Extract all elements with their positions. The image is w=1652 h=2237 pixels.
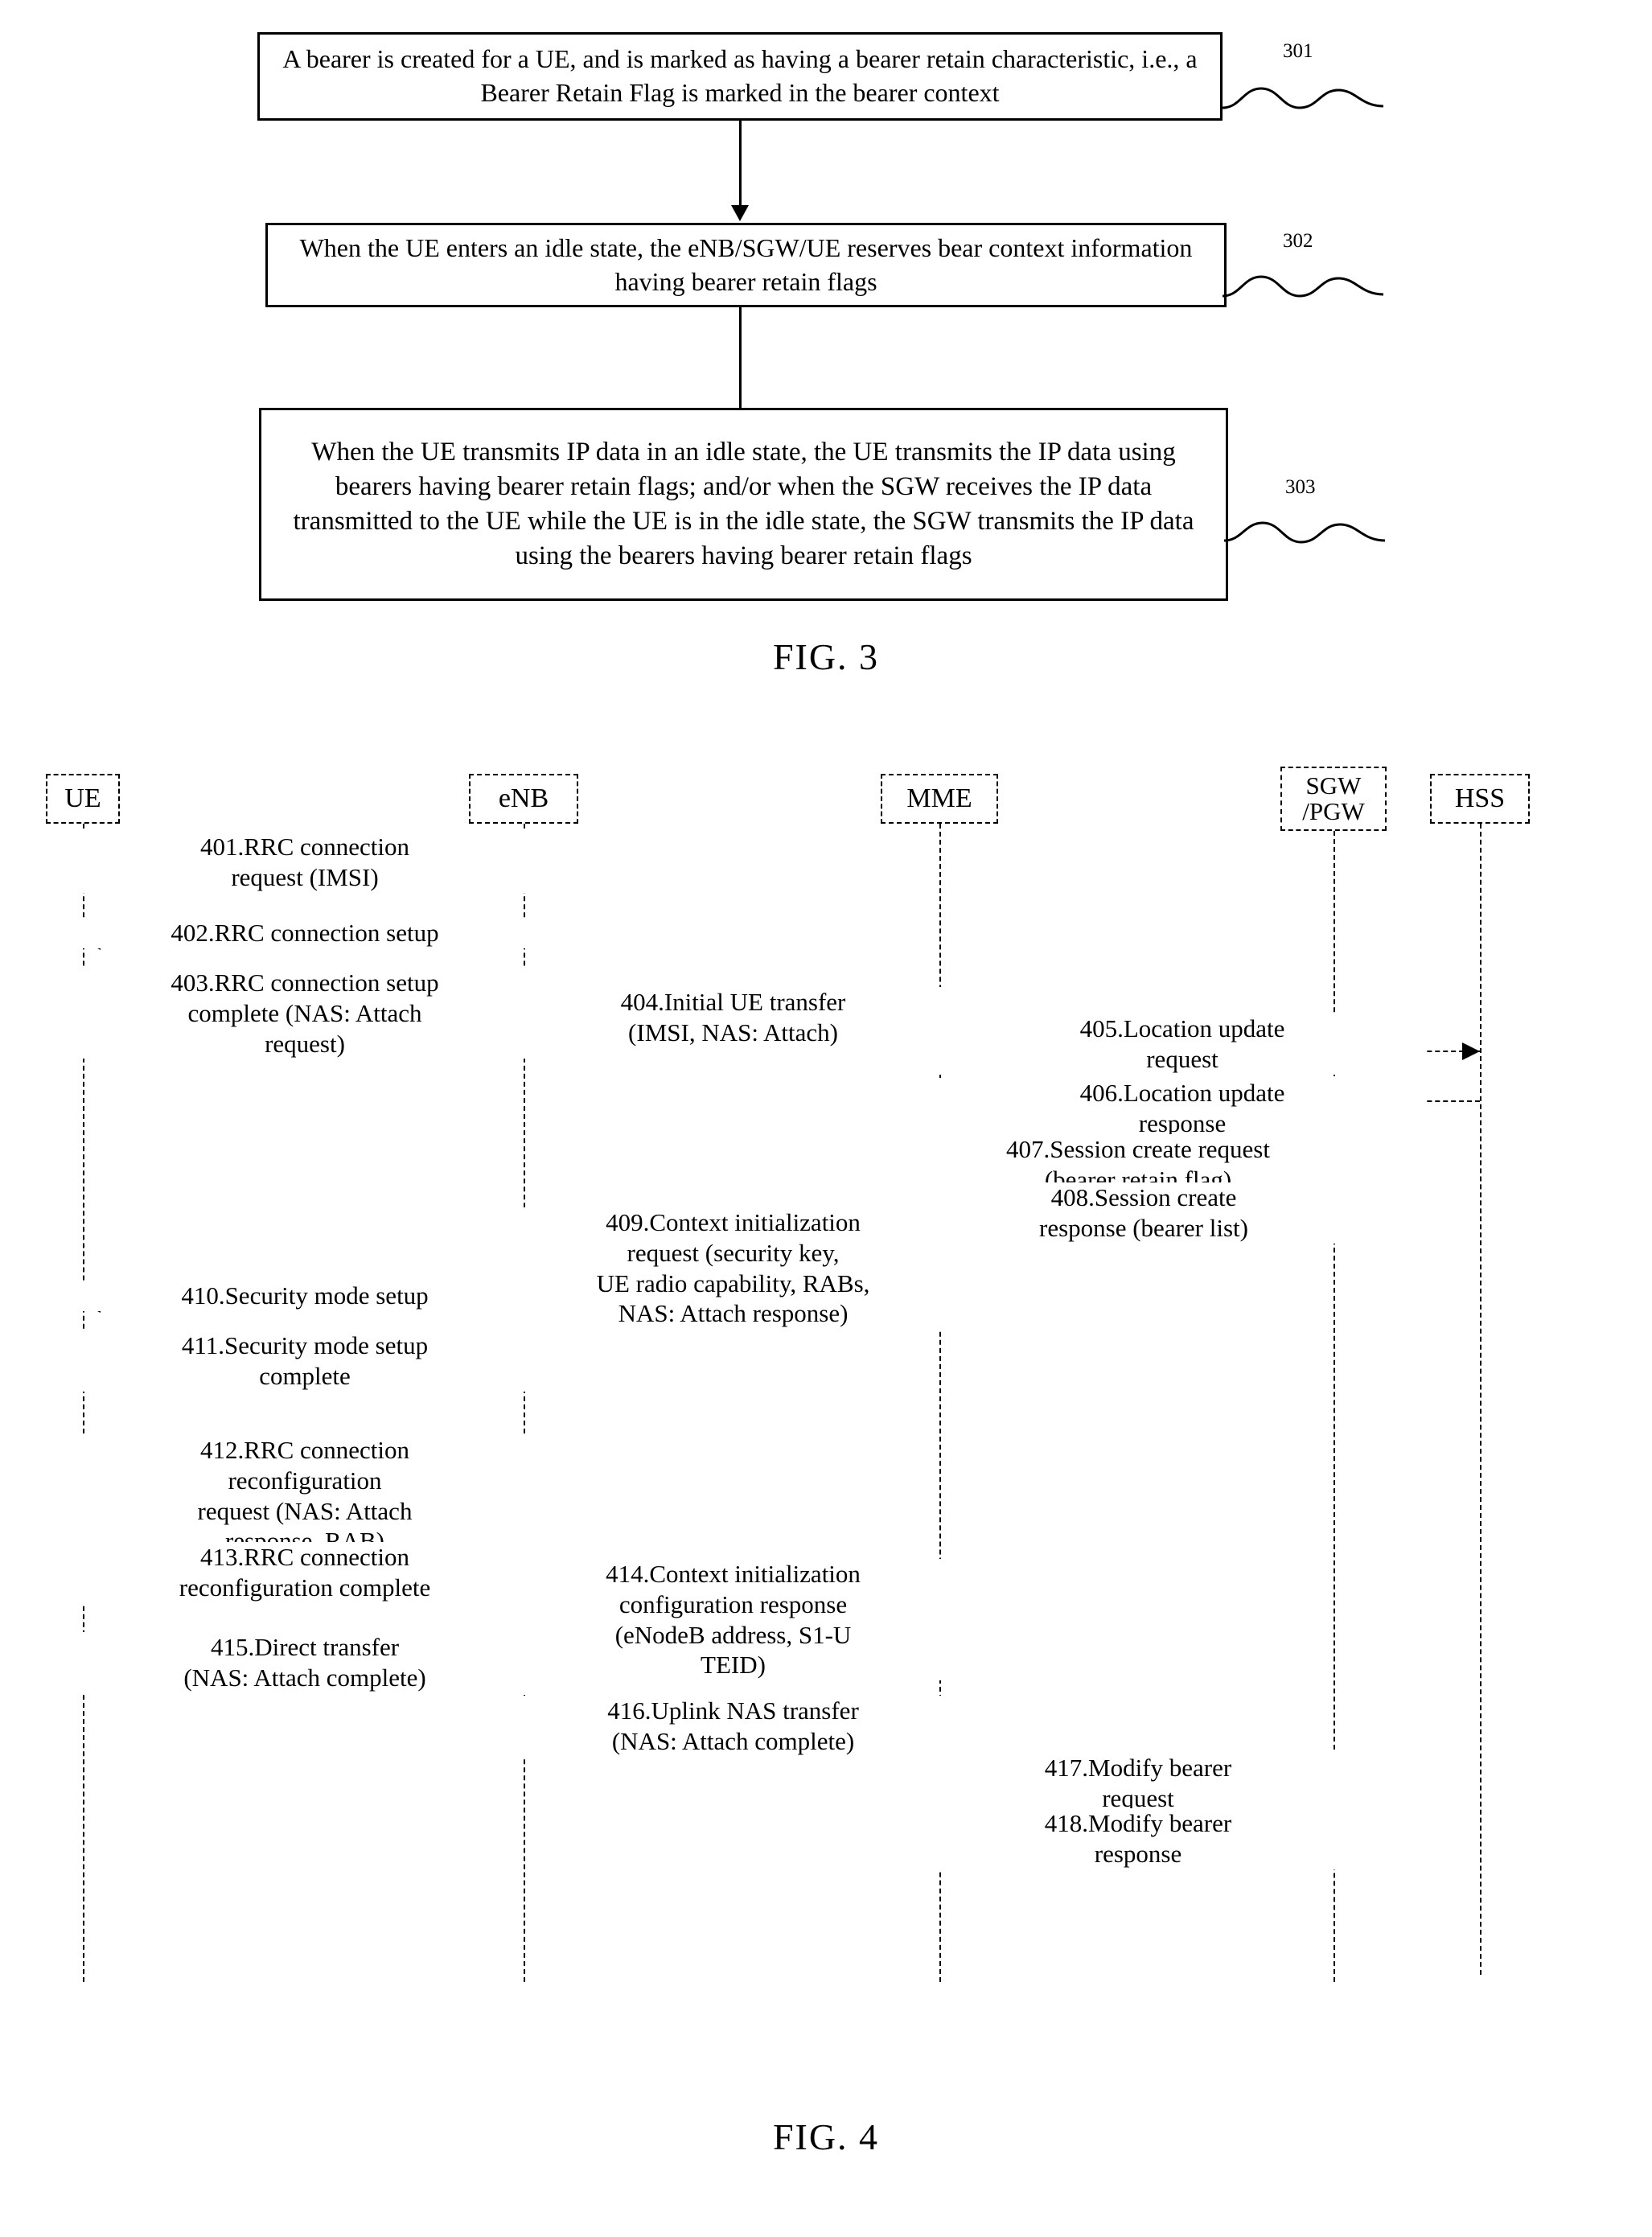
message-415-text: 415.Direct transfer (NAS: Attach complet… [83,1632,527,1693]
ref-number-301: 301 [1283,40,1313,62]
lead-line-301 [1223,87,1383,109]
flow-step-302-text: When the UE enters an idle state, the eN… [299,232,1193,296]
message-418-text: 418.Modify bearer response [939,1808,1337,1869]
actor-ue-label: UE [64,783,101,813]
message-410-text: 410.Security mode setup [83,1281,527,1311]
message-405-arrowhead [1462,1042,1480,1060]
lead-line-302 [1223,275,1383,298]
message-401-text: 401.RRC connection request (IMSI) [83,832,527,893]
flow-step-303-text: When the UE transmits IP data in an idle… [293,438,1194,570]
actor-hss: HSS [1430,774,1530,824]
message-402-text: 402.RRC connection setup [83,918,527,948]
message-406-text: 406.Location update response [939,1078,1425,1139]
message-412-text: 412.RRC connection reconfiguration reque… [83,1435,527,1557]
flow-arrow-2 [739,307,742,412]
flow-step-302: When the UE enters an idle state, the eN… [265,223,1227,307]
message-404-text: 404.Initial UE transfer (IMSI, NAS: Atta… [524,987,943,1048]
actor-enb-label: eNB [498,783,549,813]
actor-hss-label: HSS [1454,783,1506,813]
figure-4: UE eNB MME SGW /PGW HSS 401.RRC connecti… [0,756,1652,2237]
figure-3-label: FIG. 3 [772,636,880,677]
message-417-text: 417.Modify bearer request [939,1753,1337,1814]
actor-mme-label: MME [906,783,972,813]
figure-4-label: FIG. 4 [772,2116,880,2157]
actor-enb: eNB [469,774,578,824]
actor-mme: MME [881,774,998,824]
flow-arrow-1 [739,121,742,208]
actor-ue: UE [46,774,120,824]
ref-number-302: 302 [1283,230,1313,252]
message-409-text: 409.Context initialization request (secu… [517,1207,949,1330]
flow-step-301-text: A bearer is created for a UE, and is mar… [282,44,1198,107]
actor-sgw-pgw: SGW /PGW [1280,767,1387,831]
lifeline-hss [1480,824,1481,1975]
ref-number-303: 303 [1285,476,1316,498]
figure-3: A bearer is created for a UE, and is mar… [0,0,1652,708]
message-405-text: 405.Location update request [939,1014,1425,1075]
lead-line-303 [1224,521,1385,544]
actor-sgw-pgw-label: SGW /PGW [1302,771,1365,825]
flow-arrow-1-head [731,205,749,221]
message-414-text: 414.Context initialization configuration… [524,1559,943,1681]
message-416-text: 416.Uplink NAS transfer (NAS: Attach com… [524,1696,943,1757]
message-413-text: 413.RRC connection reconfiguration compl… [83,1542,527,1603]
flow-step-301: A bearer is created for a UE, and is mar… [257,32,1223,121]
message-403-text: 403.RRC connection setup complete (NAS: … [83,968,527,1059]
message-411-text: 411.Security mode setup complete [83,1330,527,1392]
flow-step-303: When the UE transmits IP data in an idle… [259,408,1228,601]
message-408-text: 408.Session create response (bearer list… [933,1182,1354,1244]
